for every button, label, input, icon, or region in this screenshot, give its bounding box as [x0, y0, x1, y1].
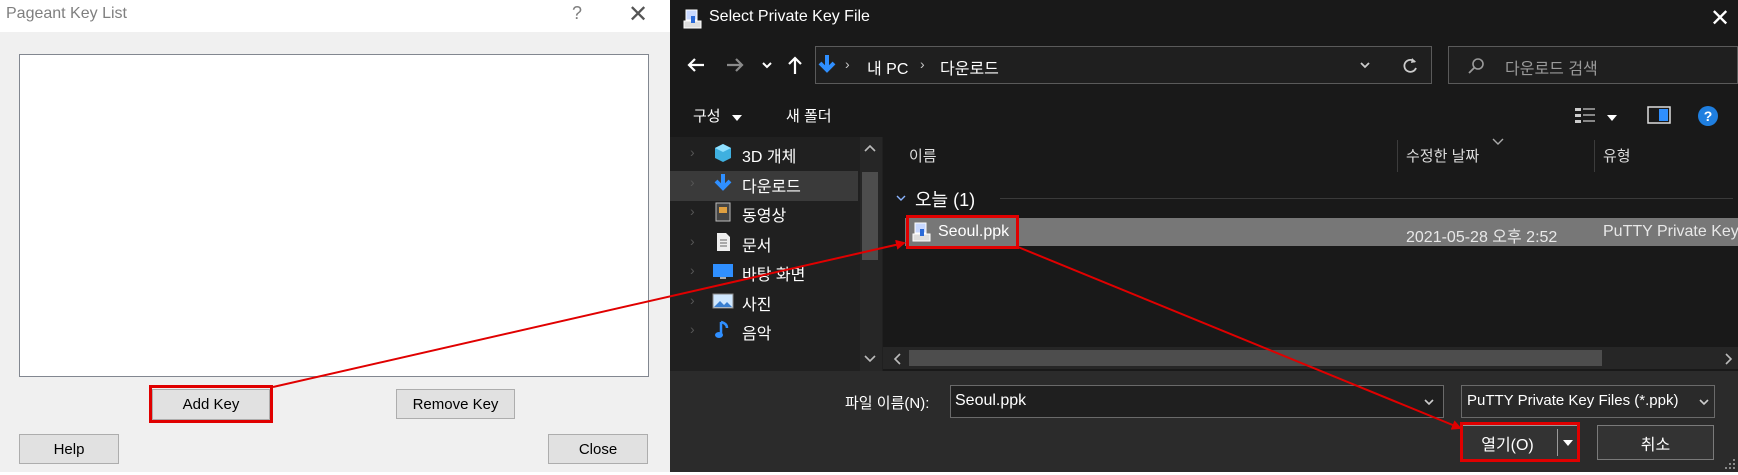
arrow-add-key-to-file	[272, 239, 906, 388]
annotation-arrows	[272, 239, 1462, 430]
arrow-file-to-open	[1017, 246, 1462, 430]
